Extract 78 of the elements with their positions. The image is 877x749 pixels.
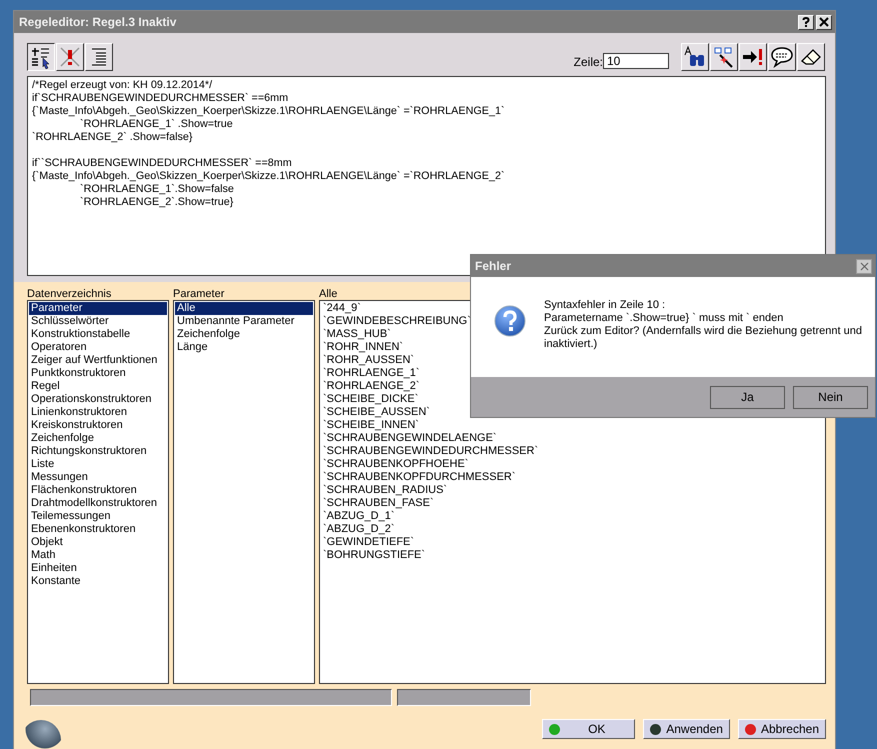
code-line: `ROHRLAENGE_2` .Show=false} — [32, 131, 194, 144]
error-message: Parametername `.Show=true} ` muss mit ` enden — [544, 312, 784, 325]
list-item[interactable]: `SCHRAUBENKOPFDURCHMESSER` — [321, 471, 824, 484]
list-item[interactable]: Linienkonstruktoren — [29, 406, 167, 419]
find-button[interactable] — [681, 43, 709, 71]
list-item[interactable]: `SCHRAUBENGEWINDEDURCHMESSER` — [321, 445, 824, 458]
list-item[interactable]: Zeiger auf Wertfunktionen — [29, 354, 167, 367]
dialog-button[interactable]: Ja — [710, 386, 785, 408]
wizard-button[interactable] — [710, 43, 738, 71]
list-item[interactable]: Parameter — [29, 302, 167, 315]
code-line: `ROHRLAENGE_2`.Show=true} — [79, 196, 234, 209]
list-item[interactable]: Länge — [175, 341, 313, 354]
list-item[interactable]: Schlüsselwörter — [29, 315, 167, 328]
window-title: Regeleditor: Regel.3 Inaktiv — [19, 15, 176, 29]
indent-button[interactable] — [85, 43, 113, 71]
code-line: if`SCHRAUBENGEWINDEDURCHMESSER` ==6mm — [32, 92, 290, 105]
list-item[interactable]: Liste — [29, 458, 167, 471]
list-item[interactable]: Operatoren — [29, 341, 167, 354]
code-line: /*Regel erzeugt von: KH 09.12.2014*/ — [32, 79, 214, 92]
list-item[interactable]: Umbenannte Parameter — [175, 315, 313, 328]
dialog-title: Fehler — [475, 259, 512, 273]
list-item[interactable]: `BOHRUNGSTIEFE` — [321, 549, 824, 562]
line-field[interactable]: 10 — [603, 53, 669, 69]
list-item[interactable]: Teilemessungen — [29, 510, 167, 523]
close-icon — [819, 17, 829, 27]
dialog-button[interactable]: Nein — [793, 386, 868, 408]
list-item[interactable]: Messungen — [29, 471, 167, 484]
list-item[interactable]: Alle — [175, 302, 313, 315]
binoculars-icon — [683, 45, 707, 69]
list-item[interactable]: Punktkonstruktoren — [29, 367, 167, 380]
line-label: Zeile: — [574, 55, 603, 69]
error-button[interactable] — [56, 43, 84, 71]
list-item[interactable]: `SCHRAUBENKOPFHOEHE` — [321, 458, 824, 471]
list-item[interactable]: Regel — [29, 380, 167, 393]
list-item[interactable]: `GEWINDETIEFE` — [321, 536, 824, 549]
list-item[interactable]: Objekt — [29, 536, 167, 549]
list-item[interactable]: Drahtmodellkonstruktoren — [29, 497, 167, 510]
code-line: `ROHRLAENGE_1`.Show=false — [79, 183, 235, 196]
list-item[interactable]: `ABZUG_D_2` — [321, 523, 824, 536]
help-button[interactable] — [798, 14, 814, 30]
list-item[interactable]: Flächenkonstruktoren — [29, 484, 167, 497]
cross-exclamation-icon — [58, 45, 82, 69]
speech-bubble-icon — [770, 45, 794, 69]
close-icon — [860, 262, 868, 270]
list-item[interactable]: Richtungskonstruktoren — [29, 445, 167, 458]
eraser-button[interactable] — [797, 43, 825, 71]
list-item[interactable]: `SCHEIBE_INNEN` — [321, 419, 824, 432]
list-item[interactable]: Einheiten — [29, 562, 167, 575]
code-line: if``SCHRAUBENGEWINDEDURCHMESSER` ==8mm — [32, 157, 293, 170]
dialog-button[interactable]: Anwenden — [643, 719, 730, 739]
list-item[interactable]: `SCHRAUBENGEWINDELAENGE` — [321, 432, 824, 445]
list-header: Datenverzeichnis — [27, 288, 112, 300]
list-item[interactable]: Konstante — [29, 575, 167, 588]
list-item[interactable]: `SCHRAUBEN_FASE` — [321, 497, 824, 510]
error-message: Zurück zum Editor? (Andernfalls wird die Beziehung getrennt und inaktiviert.) — [544, 325, 863, 351]
error-message: Syntaxfehler in Zeile 10 : — [544, 299, 666, 312]
list-item[interactable]: Math — [29, 549, 167, 562]
list-item[interactable]: `SCHRAUBEN_RADIUS` — [321, 484, 824, 497]
dialog-button[interactable]: Abbrechen — [738, 719, 826, 739]
comment-button[interactable] — [768, 43, 796, 71]
list-item[interactable]: Kreiskonstruktoren — [29, 419, 167, 432]
tree-view-button[interactable] — [27, 43, 55, 71]
list-item[interactable]: Zeichenfolge — [175, 328, 313, 341]
help-icon — [801, 17, 811, 27]
code-line: {`Maste_Info\Abgeh._Geo\Skizzen_Koerper\Skizze.1\ROHRLAENGE\Länge` =`ROHRLAENGE_2` — [32, 170, 506, 183]
list-item[interactable]: Zeichenfolge — [29, 432, 167, 445]
list-item[interactable]: `ABZUG_D_1` — [321, 510, 824, 523]
goto-error-button[interactable] — [739, 43, 767, 71]
list-item[interactable]: Ebenenkonstruktoren — [29, 523, 167, 536]
question-icon — [494, 305, 526, 337]
list-header: Parameter — [173, 288, 226, 300]
list-item[interactable]: Operationskonstruktoren — [29, 393, 167, 406]
code-line: `ROHRLAENGE_1` .Show=true — [79, 118, 234, 131]
list-item[interactable]: Konstruktionstabelle — [29, 328, 167, 341]
dialog-button[interactable]: OK — [542, 719, 636, 739]
code-line: {`Maste_Info\Abgeh._Geo\Skizzen_Koerper\Skizze.1\ROHRLAENGE\Länge` =`ROHRLAENGE_1` — [32, 105, 506, 118]
code-editor[interactable] — [27, 76, 826, 276]
list-header: Alle — [319, 288, 338, 300]
